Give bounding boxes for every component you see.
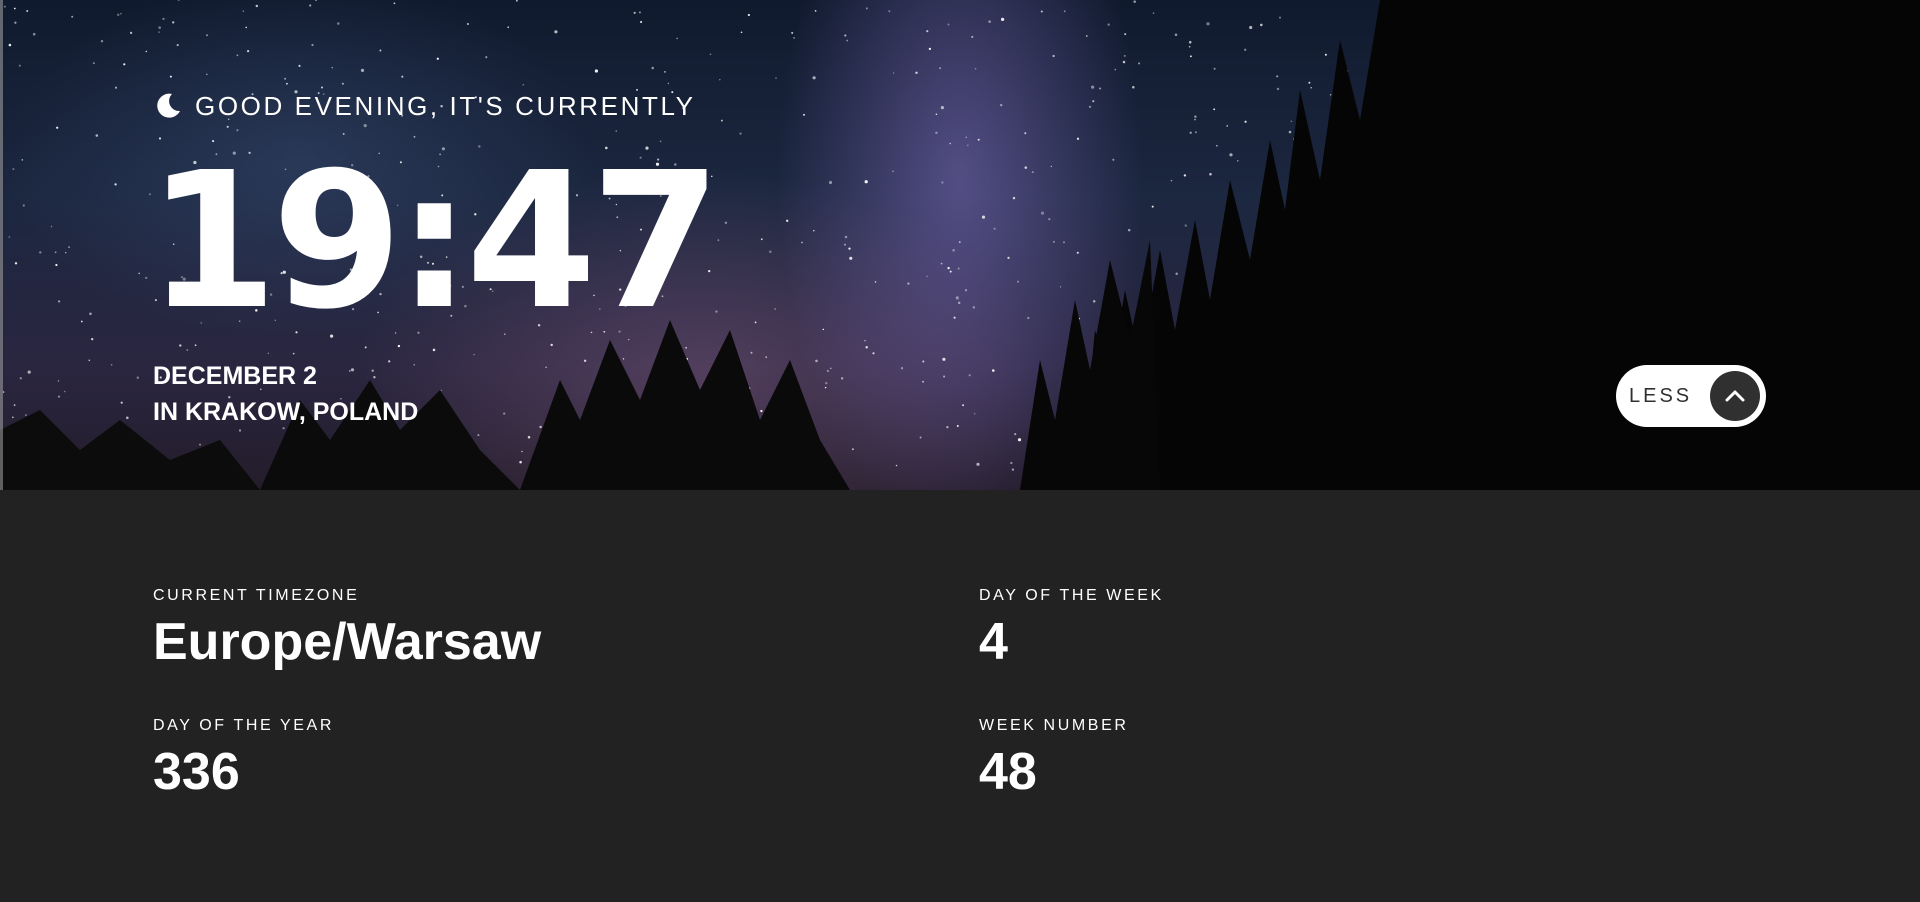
day-of-year-label: DAY OF THE YEAR: [153, 717, 334, 734]
greeting: GOOD EVENING, IT'S CURRENTLY: [153, 88, 696, 124]
toggle-circle: [1710, 371, 1760, 421]
hero-section: GOOD EVENING, IT'S CURRENTLY 19:47 DECEM…: [0, 0, 1920, 490]
less-button-label: LESS: [1629, 384, 1693, 407]
timezone-label: CURRENT TIMEZONE: [153, 587, 360, 604]
timezone-value: Europe/Warsaw: [153, 613, 542, 671]
left-edge-line: [0, 0, 3, 490]
current-time: 19:47: [147, 132, 721, 351]
chevron-up-icon: [1725, 390, 1745, 402]
current-date: DECEMBER 2: [153, 362, 317, 390]
greeting-text: GOOD EVENING, IT'S CURRENTLY: [195, 90, 696, 121]
less-button[interactable]: LESS: [1616, 365, 1766, 427]
day-of-week-info: DAY OF THE WEEK 4: [979, 587, 1164, 671]
day-of-year-info: DAY OF THE YEAR 336: [153, 717, 334, 801]
day-of-year-value: 336: [153, 743, 240, 801]
week-number-label: WEEK NUMBER: [979, 717, 1129, 734]
day-of-week-label: DAY OF THE WEEK: [979, 587, 1164, 604]
details-panel: CURRENT TIMEZONE Europe/Warsaw DAY OF TH…: [0, 490, 1920, 902]
timezone-info: CURRENT TIMEZONE Europe/Warsaw: [153, 587, 541, 671]
moon-icon: [157, 93, 180, 118]
week-number-info: WEEK NUMBER 48: [979, 717, 1129, 801]
week-number-value: 48: [979, 743, 1037, 801]
day-of-week-value: 4: [979, 613, 1008, 671]
current-location: IN KRAKOW, POLAND: [153, 398, 419, 426]
